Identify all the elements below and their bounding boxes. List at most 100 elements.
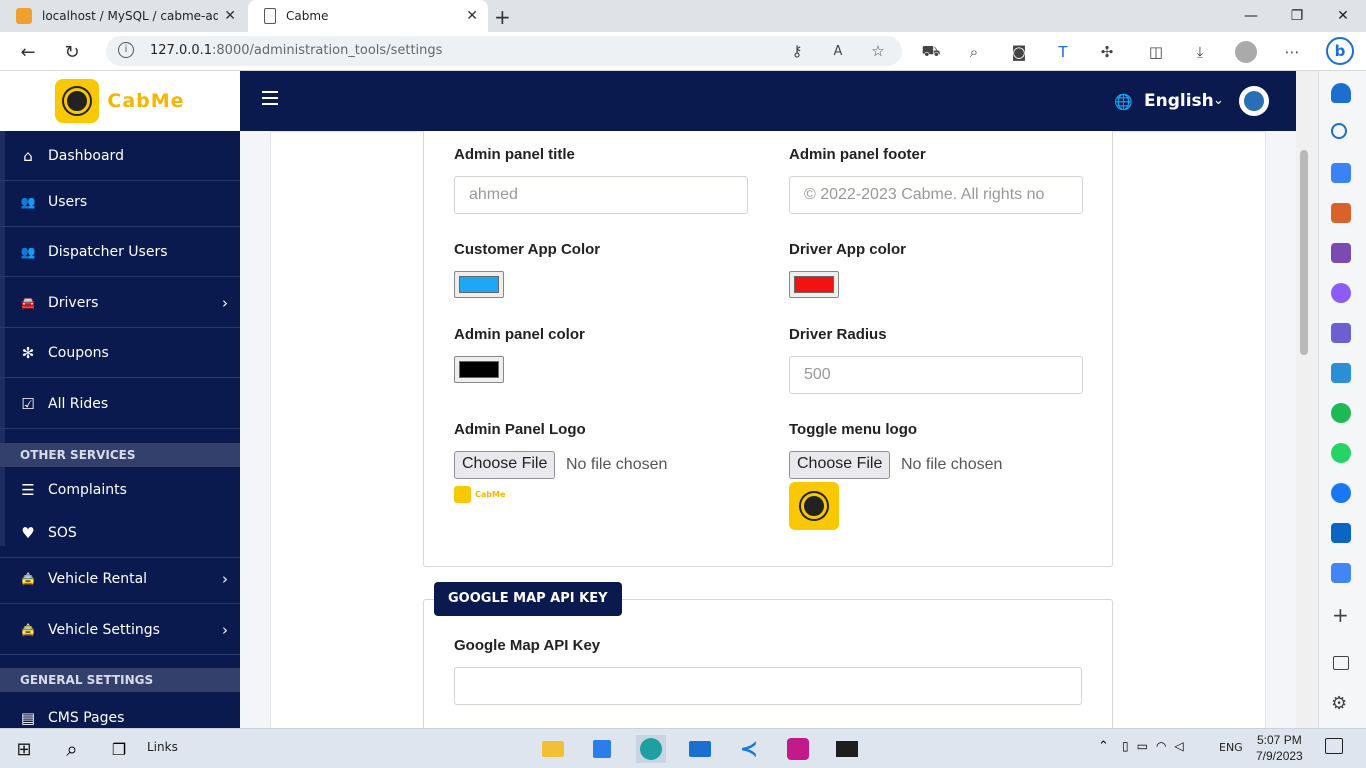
task-view-icon[interactable]: ❐ — [104, 735, 134, 763]
language-selector[interactable]: English — [1144, 91, 1214, 111]
file-explorer-icon[interactable] — [538, 735, 568, 763]
close-icon[interactable]: ✕ — [224, 8, 236, 24]
chevron-down-icon[interactable]: ⌄ — [1213, 93, 1224, 108]
add-icon[interactable]: + — [1332, 603, 1349, 627]
translate-icon[interactable]: T — [1052, 41, 1074, 63]
google-translate-icon[interactable] — [1331, 563, 1351, 583]
admin-color-picker[interactable] — [454, 356, 504, 383]
admin-footer-input[interactable]: © 2022-2023 Cabme. All rights no — [789, 176, 1083, 214]
sidebar-item-label: Drivers — [48, 294, 99, 311]
sidebar-item-vehicle-settings[interactable]: 🚖 Vehicle Settings › — [0, 605, 240, 655]
spotify-icon[interactable] — [1331, 403, 1351, 423]
links-toolbar[interactable]: Links — [147, 740, 178, 754]
admin-title-input[interactable]: ahmed — [454, 176, 748, 214]
scrollbar-thumb[interactable] — [1300, 150, 1308, 355]
vscode-icon[interactable]: ≺ — [734, 735, 764, 763]
phpmyadmin-icon — [16, 8, 32, 24]
close-window-icon[interactable]: ✕ — [1320, 0, 1366, 32]
tray-chevron-up-icon[interactable]: ⌃ — [1098, 739, 1109, 754]
tag-icon[interactable] — [1331, 163, 1351, 183]
customer-color-swatch — [459, 276, 499, 293]
office-icon[interactable] — [1331, 283, 1351, 303]
send-icon[interactable] — [1331, 363, 1351, 383]
briefcase-icon[interactable] — [1331, 203, 1351, 223]
facebook-icon[interactable] — [1331, 483, 1351, 503]
mail-icon[interactable] — [685, 735, 715, 763]
favorite-star-icon[interactable]: ☆ — [867, 40, 889, 62]
camera-icon[interactable]: ◙ — [1008, 41, 1030, 63]
admin-logo-choose-file-button[interactable]: Choose File — [454, 451, 556, 479]
sidebar-item-dispatcher-users[interactable]: 👥 Dispatcher Users — [0, 227, 240, 277]
sidebar-item-label: SOS — [48, 524, 77, 541]
small-logo-text: CabMe — [475, 489, 506, 499]
settings-gear-icon[interactable]: ⚙ — [1331, 693, 1347, 714]
language-indicator[interactable]: ENG — [1219, 741, 1243, 754]
sidebar-item-label: Coupons — [48, 344, 109, 361]
extension-icon[interactable]: ⛟ — [920, 41, 942, 63]
sidebar-item-vehicle-rental[interactable]: 🚖 Vehicle Rental › — [0, 554, 240, 604]
sidebar-item-sos[interactable]: ♥ SOS — [0, 508, 240, 558]
store-icon[interactable] — [587, 735, 617, 763]
coupon-icon: ✻ — [21, 343, 35, 362]
user-avatar[interactable] — [1239, 86, 1269, 116]
linkedin-icon[interactable] — [1331, 523, 1351, 543]
sidebar-item-cms-pages[interactable]: ▤ CMS Pages — [0, 693, 240, 728]
terminal-icon[interactable] — [832, 735, 862, 763]
heartbeat-icon: ♥ — [21, 523, 35, 542]
admin-logo-label: Admin Panel Logo — [454, 421, 586, 438]
url-field[interactable]: i 127.0.0.1:8000/administration_tools/se… — [106, 36, 902, 66]
sidebar-item-label: Users — [48, 193, 88, 210]
back-arrow-icon[interactable]: ← — [14, 38, 42, 66]
list-icon: ☰ — [21, 481, 35, 499]
windows-start-icon[interactable]: ⊞ — [9, 735, 39, 763]
customer-color-picker[interactable] — [454, 271, 504, 298]
users-icon: 👥 — [20, 194, 36, 209]
car-icon: 🚘 — [20, 295, 36, 310]
puzzle-icon[interactable]: ✣ — [1096, 41, 1118, 63]
taskbar-clock[interactable]: 5:07 PM 7/9/2023 — [1256, 732, 1303, 764]
games-icon[interactable] — [1331, 243, 1351, 263]
driver-radius-input[interactable]: 500 — [789, 356, 1083, 394]
tab-cabme[interactable]: Cabme ✕ — [248, 0, 488, 32]
profile-icon[interactable] — [1235, 41, 1257, 63]
driver-color-picker[interactable] — [789, 271, 839, 298]
minimize-icon[interactable]: — — [1228, 0, 1274, 32]
info-icon[interactable]: i — [118, 42, 134, 58]
url-host: 127.0.0.1 — [150, 43, 213, 58]
hamburger-menu-icon[interactable] — [262, 91, 278, 105]
page-icon — [264, 8, 276, 24]
sidebar-item-dashboard[interactable]: ⌂ Dashboard — [0, 131, 240, 181]
edge-icon[interactable] — [636, 735, 666, 763]
download-icon[interactable]: ⤓ — [1189, 41, 1211, 63]
sidebar-item-users[interactable]: 👥 Users — [0, 177, 240, 227]
tray-icons[interactable]: ▯▭◠◁ — [1122, 739, 1192, 753]
windows-taskbar: ⊞ ⌕ ❐ Links ≺ ⌃ ▯▭◠◁ ENG 5:07 PM 7/9/202… — [0, 728, 1366, 768]
search-icon[interactable]: ⌕ — [57, 735, 87, 763]
tab-phpmyadmin[interactable]: localhost / MySQL / cabme-admi ✕ — [0, 0, 246, 32]
close-icon[interactable]: ✕ — [466, 8, 478, 24]
key-icon[interactable]: ⚷ — [786, 40, 808, 62]
toggle-logo-choose-file-button[interactable]: Choose File — [789, 451, 891, 479]
sidebar-item-drivers[interactable]: 🚘 Drivers › — [0, 278, 240, 328]
more-options-icon[interactable]: ⋯ — [1281, 41, 1303, 63]
bing-icon[interactable]: b — [1326, 37, 1354, 65]
users-icon: 👥 — [20, 244, 36, 259]
zoom-icon[interactable]: ⌕ — [963, 41, 985, 63]
new-tab-button[interactable]: + — [494, 5, 511, 29]
bell-icon[interactable] — [1331, 83, 1351, 103]
brand-header[interactable]: CabMe — [0, 71, 240, 131]
split-screen-icon[interactable]: ◫ — [1145, 41, 1167, 63]
sidebar-toggle-icon[interactable] — [1333, 656, 1349, 670]
whatsapp-icon[interactable] — [1331, 443, 1351, 463]
sidebar-item-coupons[interactable]: ✻ Coupons — [0, 328, 240, 378]
wamp-icon[interactable] — [783, 735, 813, 763]
sidebar-item-all-rides[interactable]: ☑ All Rides — [0, 379, 240, 429]
notification-icon[interactable] — [1325, 738, 1343, 754]
designer-icon[interactable] — [1331, 323, 1351, 343]
restore-icon[interactable]: ❐ — [1274, 0, 1320, 32]
calendar-check-icon: ☑ — [21, 394, 35, 413]
refresh-icon[interactable]: ↻ — [58, 38, 86, 66]
read-aloud-icon[interactable]: A — [827, 40, 849, 62]
google-map-key-input[interactable] — [454, 667, 1082, 705]
search-icon[interactable] — [1331, 123, 1347, 139]
